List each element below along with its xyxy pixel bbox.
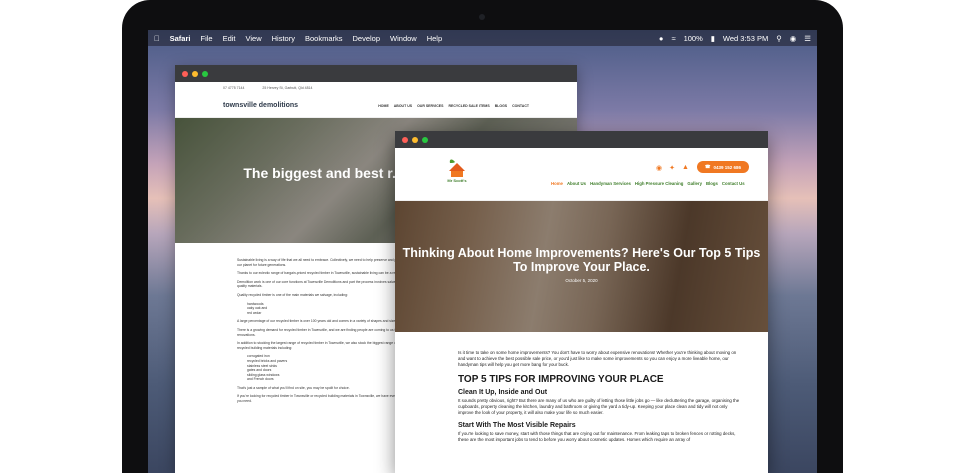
close-button[interactable] bbox=[182, 70, 188, 77]
phone-number: 0439 152 686 bbox=[713, 164, 742, 170]
window-titlebar bbox=[395, 131, 768, 148]
phone-icon: ☎ bbox=[704, 164, 711, 169]
hero-banner: Thinking About Home Improvements? Here's… bbox=[395, 201, 768, 332]
mac-menu-bar:  Safari File Edit View History Bookmark… bbox=[148, 30, 817, 46]
hero-title: Thinking About Home Improvements? Here's… bbox=[402, 246, 761, 274]
paragraph: In addition to stocking the largest rang… bbox=[237, 341, 397, 350]
paragraph: Thanks to our eclectic range of bargain-… bbox=[237, 271, 403, 276]
logo-text: Mr Scott's bbox=[447, 178, 467, 183]
nav-pressure-cleaning[interactable]: High Pressure Cleaning bbox=[635, 181, 683, 186]
status-app-icon[interactable]: ● bbox=[659, 34, 664, 43]
menu-help[interactable]: Help bbox=[427, 34, 442, 43]
paragraph: If you're looking for recycled timber in… bbox=[237, 394, 406, 404]
nav-contact[interactable]: CONTACT bbox=[512, 104, 529, 108]
site-header: Mr Scott's ◉ ✦ ▲ ☎ 0439 152 686 Home Abo… bbox=[395, 148, 768, 201]
paragraph: Quality recycled timber is one of the ma… bbox=[237, 292, 349, 297]
houzz-icon[interactable]: ▲ bbox=[682, 164, 689, 172]
status-area: ● ≈ 100% ▮ Wed 3:53 PM ⚲ ◉ ☰ bbox=[651, 34, 811, 43]
control-center-icon[interactable]: ☰ bbox=[804, 34, 811, 43]
address: 25 Hervey St, Garbutt, Qld 4814 bbox=[262, 86, 313, 90]
section-heading: TOP 5 TIPS FOR IMPROVING YOUR PLACE bbox=[458, 374, 664, 385]
apple-icon[interactable]:  bbox=[154, 34, 160, 43]
nav-about[interactable]: ABOUT US bbox=[394, 104, 412, 108]
nav-blogs[interactable]: BLOGS bbox=[495, 104, 507, 108]
instagram-icon[interactable]: ◉ bbox=[656, 164, 662, 172]
nav-gallery[interactable]: Gallery bbox=[687, 181, 702, 186]
close-button[interactable] bbox=[402, 136, 408, 143]
subheading: Start With The Most Visible Repairs bbox=[458, 422, 576, 429]
window-titlebar bbox=[175, 65, 577, 82]
site-logo[interactable]: Mr Scott's bbox=[446, 157, 468, 187]
nav-handyman[interactable]: Handyman Services bbox=[590, 181, 631, 186]
site-header: townsville demolitions HOME ABOUT US OUR… bbox=[175, 94, 577, 118]
twitter-icon[interactable]: ✦ bbox=[669, 164, 675, 172]
paragraph: A large percentage of our recycled timbe… bbox=[237, 319, 398, 324]
site-logo[interactable]: townsville demolitions bbox=[223, 102, 298, 109]
phone-number[interactable]: 07 4775 7144 bbox=[223, 86, 244, 90]
nav-blogs[interactable]: Blogs bbox=[706, 181, 718, 186]
topbar: 07 4775 7144 25 Hervey St, Garbutt, Qld … bbox=[175, 82, 577, 94]
phone-button[interactable]: ☎ 0439 152 686 bbox=[697, 161, 749, 173]
menu-bookmarks[interactable]: Bookmarks bbox=[305, 34, 343, 43]
zoom-button[interactable] bbox=[202, 70, 208, 77]
menu-file[interactable]: File bbox=[200, 34, 212, 43]
minimize-button[interactable] bbox=[192, 70, 198, 77]
subheading: Clean It Up, Inside and Out bbox=[458, 389, 548, 396]
paragraph: If you're looking to save money, start w… bbox=[458, 431, 736, 442]
nav-contact[interactable]: Contact Us bbox=[722, 181, 745, 186]
search-icon[interactable]: ⚲ bbox=[776, 34, 782, 43]
battery-icon[interactable]: ▮ bbox=[711, 34, 715, 43]
browser-window-mrscotts: Mr Scott's ◉ ✦ ▲ ☎ 0439 152 686 Home Abo… bbox=[395, 131, 768, 473]
paragraph: There is a growing demand for recycled t… bbox=[237, 327, 406, 337]
post-date: October 5, 2020 bbox=[565, 278, 598, 283]
nav-home[interactable]: Home bbox=[551, 181, 563, 186]
nav-recycled[interactable]: RECYCLED SALE ITEMS bbox=[448, 104, 489, 108]
menu-view[interactable]: View bbox=[246, 34, 262, 43]
nav-about[interactable]: About Us bbox=[567, 181, 586, 186]
site-nav: HOME ABOUT US OUR SERVICES RECYCLED SALE… bbox=[378, 104, 529, 108]
menu-edit[interactable]: Edit bbox=[223, 34, 236, 43]
article-body: Is it time to take on some home improvem… bbox=[395, 332, 768, 443]
social-links: ◉ ✦ ▲ bbox=[656, 164, 689, 172]
desktop-screen:  Safari File Edit View History Bookmark… bbox=[148, 30, 817, 473]
paragraph: That's just a sample of what you'll find… bbox=[237, 385, 350, 390]
paragraph: It sounds pretty obvious, right? But the… bbox=[458, 398, 740, 415]
intro-paragraph: Is it time to take on some home improvem… bbox=[458, 350, 737, 367]
site-nav: Home About Us Handyman Services High Pre… bbox=[551, 181, 745, 186]
menu-develop[interactable]: Develop bbox=[353, 34, 381, 43]
nav-services[interactable]: OUR SERVICES bbox=[417, 104, 443, 108]
menu-app-name[interactable]: Safari bbox=[170, 34, 191, 43]
menu-window[interactable]: Window bbox=[390, 34, 417, 43]
menu-clock[interactable]: Wed 3:53 PM bbox=[723, 34, 768, 43]
minimize-button[interactable] bbox=[412, 136, 418, 143]
webcam bbox=[479, 14, 485, 20]
paragraph: Sustainable living is a way of life that… bbox=[237, 258, 405, 267]
nav-home[interactable]: HOME bbox=[378, 104, 389, 108]
paragraph: Demolition work is one of our core funct… bbox=[237, 279, 402, 289]
wifi-icon[interactable]: ≈ bbox=[671, 34, 675, 43]
battery-percent[interactable]: 100% bbox=[684, 34, 703, 43]
zoom-button[interactable] bbox=[422, 136, 428, 143]
menu-history[interactable]: History bbox=[272, 34, 295, 43]
siri-icon[interactable]: ◉ bbox=[790, 34, 797, 43]
